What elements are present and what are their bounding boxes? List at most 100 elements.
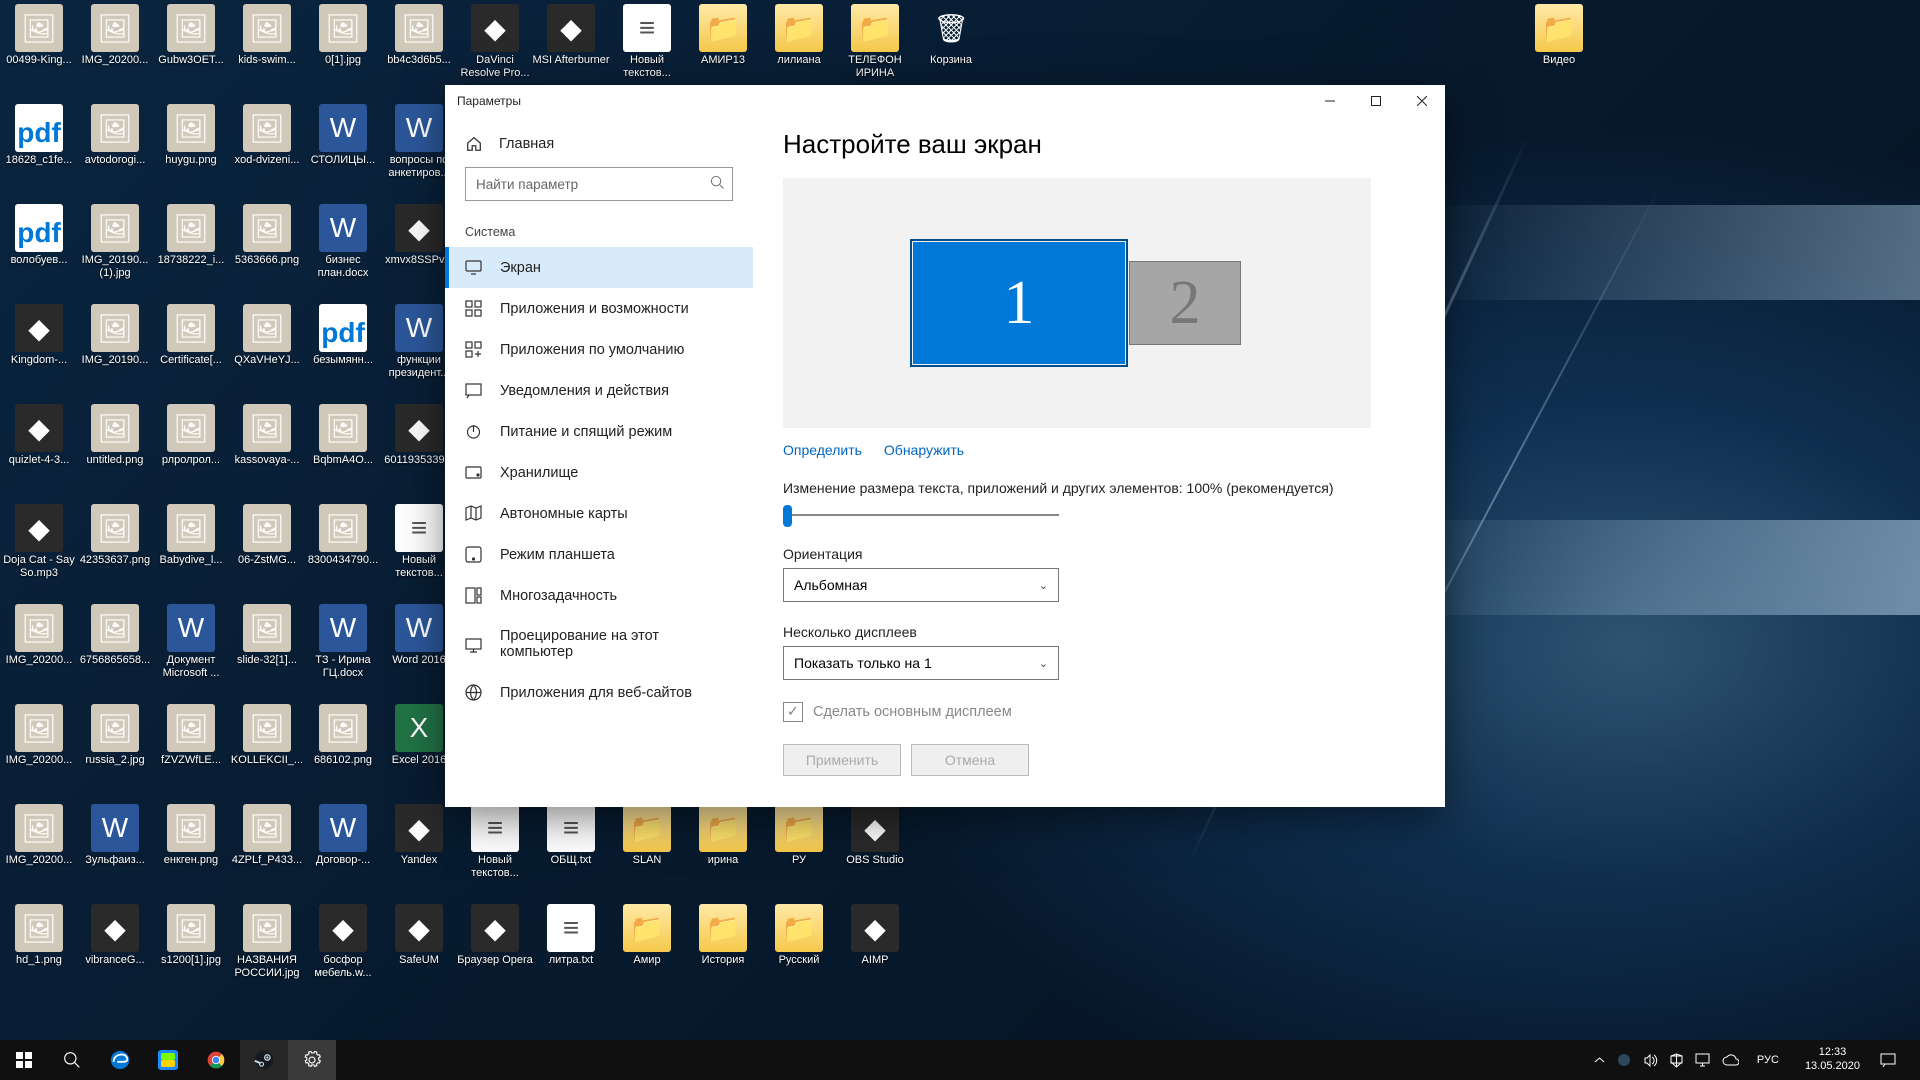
tray-security-icon[interactable] [1670, 1053, 1683, 1068]
tray-volume-icon[interactable] [1643, 1053, 1658, 1068]
desktop-icon[interactable]: 🖼Gubw3OET... [152, 4, 230, 67]
desktop-icon[interactable]: 🖼0[1].jpg [304, 4, 382, 67]
desktop-icon[interactable]: 🖼06-ZstMG... [228, 504, 306, 567]
desktop-icon[interactable]: 🗑Корзина [912, 4, 990, 67]
multi-display-combo[interactable]: Показать только на 1 ⌄ [783, 646, 1059, 680]
search-input[interactable] [465, 167, 733, 201]
close-button[interactable] [1399, 85, 1445, 117]
taskbar-chrome[interactable] [192, 1040, 240, 1080]
desktop-icon[interactable]: 🖼avtodorogi... [76, 104, 154, 167]
desktop-icon[interactable]: 📁Видео [1520, 4, 1598, 67]
desktop-icon[interactable]: 🖼НАЗВАНИЯ РОССИИ.jpg [228, 904, 306, 980]
desktop-icon[interactable]: 🖼hd_1.png [0, 904, 78, 967]
desktop-icon[interactable]: ◆Kingdom-... [0, 304, 78, 367]
settings-main[interactable]: Настройте ваш экран 1 2 Определить Обнар… [753, 117, 1445, 807]
desktop-icon[interactable]: ◆MSI Afterburner [532, 4, 610, 67]
taskbar-bluestacks[interactable] [144, 1040, 192, 1080]
desktop-icon[interactable]: 🖼russia_2.jpg [76, 704, 154, 767]
desktop-icon[interactable]: 🖼8300434790... [304, 504, 382, 567]
desktop-icon[interactable]: 📁ТЕЛЕФОН ИРИНА [836, 4, 914, 80]
desktop-icon[interactable]: ◆DaVinci Resolve Pro... [456, 4, 534, 80]
monitor-1[interactable]: 1 [913, 242, 1125, 364]
window-titlebar[interactable]: Параметры [445, 85, 1445, 117]
desktop-icon[interactable]: ◆босфор мебель.w... [304, 904, 382, 980]
desktop-icon[interactable]: 🖼686102.png [304, 704, 382, 767]
desktop-icon[interactable]: ◆SafeUM [380, 904, 458, 967]
desktop-icon[interactable]: 📁лилиана [760, 4, 838, 67]
desktop-icon[interactable]: 🖼kids-swim... [228, 4, 306, 67]
desktop-icon[interactable]: 📁SLAN [608, 804, 686, 867]
tray-network-icon[interactable] [1695, 1053, 1710, 1067]
desktop-icon[interactable]: 🖼IMG_20200... [0, 804, 78, 867]
desktop-icon[interactable]: 🖼18738222_i... [152, 204, 230, 267]
desktop-icon[interactable]: ≡Новый текстов... [608, 4, 686, 80]
desktop-icon[interactable]: ◆Yandex [380, 804, 458, 867]
desktop-icon[interactable]: pdf18628_c1fe... [0, 104, 78, 167]
taskbar-edge[interactable] [96, 1040, 144, 1080]
desktop-icon[interactable]: 🖼s1200[1].jpg [152, 904, 230, 967]
desktop-icon[interactable]: ≡литра.txt [532, 904, 610, 967]
desktop-icon[interactable]: 🖼KOLLEKCII_... [228, 704, 306, 767]
desktop-icon[interactable]: 🖼BqbmA4O... [304, 404, 382, 467]
taskbar-steam[interactable] [240, 1040, 288, 1080]
desktop-icon[interactable]: 🖼bb4c3d6b5... [380, 4, 458, 67]
desktop-icon[interactable]: ◆Doja Cat - Say So.mp3 [0, 504, 78, 580]
desktop-icon[interactable]: 🖼QXaVHeYJ... [228, 304, 306, 367]
sidebar-item-tablet[interactable]: Режим планшета [445, 534, 753, 575]
desktop-icon[interactable]: pdfбезымянн... [304, 304, 382, 367]
maximize-button[interactable] [1353, 85, 1399, 117]
desktop-icon[interactable]: ≡ОБЩ.txt [532, 804, 610, 867]
desktop-icon[interactable]: 🖼IMG_20200... [76, 4, 154, 67]
desktop-icon[interactable]: 📁Амир [608, 904, 686, 967]
link-identify[interactable]: Определить [783, 442, 862, 458]
desktop-icon[interactable]: 🖼енкген.png [152, 804, 230, 867]
desktop-icon[interactable]: 📁АМИР13 [684, 4, 762, 67]
sidebar-item-power[interactable]: Питание и спящий режим [445, 411, 753, 452]
desktop-icon[interactable]: Wбизнес план.docx [304, 204, 382, 280]
desktop-icon[interactable]: WДокумент Microsoft ... [152, 604, 230, 680]
desktop-icon[interactable]: WДоговор-... [304, 804, 382, 867]
desktop-icon[interactable]: ◆Браузер Opera [456, 904, 534, 967]
desktop-icon[interactable]: 🖼4ZPLf_P433... [228, 804, 306, 867]
desktop-icon[interactable]: ≡Новый текстов... [456, 804, 534, 880]
taskbar-search[interactable] [48, 1040, 96, 1080]
desktop-icon[interactable]: WТЗ - Ирина ГЦ.docx [304, 604, 382, 680]
desktop-icon[interactable]: ◆quizlet-4-3... [0, 404, 78, 467]
tray-steam-icon[interactable] [1617, 1053, 1631, 1067]
desktop-icon[interactable]: 🖼Certificate[... [152, 304, 230, 367]
desktop-icon[interactable]: WСТОЛИЦЫ... [304, 104, 382, 167]
link-detect[interactable]: Обнаружить [884, 442, 964, 458]
desktop-icon[interactable]: 🖼slide-32[1]... [228, 604, 306, 667]
desktop-icon[interactable]: 📁РУ [760, 804, 838, 867]
orientation-combo[interactable]: Альбомная ⌄ [783, 568, 1059, 602]
desktop-icon[interactable]: 📁ирина [684, 804, 762, 867]
desktop-icon[interactable]: 🖼IMG_20200... [0, 704, 78, 767]
sidebar-item-project[interactable]: Проецирование на этот компьютер [445, 616, 753, 672]
tray-onedrive-icon[interactable] [1722, 1054, 1739, 1066]
tray-clock[interactable]: 12:33 13.05.2020 [1797, 1046, 1868, 1074]
desktop-icon[interactable]: 🖼6756865658... [76, 604, 154, 667]
desktop-icon[interactable]: ◆vibranceG... [76, 904, 154, 967]
desktop-icon[interactable]: 🖼IMG_20190... [76, 304, 154, 367]
sidebar-item-multit[interactable]: Многозадачность [445, 575, 753, 616]
desktop-icon[interactable]: 🖼42353637.png [76, 504, 154, 567]
slider-thumb[interactable] [783, 505, 792, 527]
desktop-icon[interactable]: 🖼рлролрол... [152, 404, 230, 467]
sidebar-item-home[interactable]: Главная [465, 125, 733, 167]
sidebar-item-default[interactable]: Приложения по умолчанию [445, 329, 753, 370]
desktop-icon[interactable]: 🖼00499-King... [0, 4, 78, 67]
minimize-button[interactable] [1307, 85, 1353, 117]
desktop-icon[interactable]: pdfволобуев... [0, 204, 78, 267]
desktop-icon[interactable]: 📁История [684, 904, 762, 967]
monitor-preview[interactable]: 1 2 [783, 178, 1371, 428]
scale-slider[interactable] [783, 502, 1059, 528]
desktop-icon[interactable]: 📁Русский [760, 904, 838, 967]
start-button[interactable] [0, 1040, 48, 1080]
desktop-icon[interactable]: 🖼huygu.png [152, 104, 230, 167]
sidebar-item-apps[interactable]: Приложения и возможности [445, 288, 753, 329]
tray-language[interactable]: РУС [1751, 1054, 1785, 1066]
desktop-icon[interactable]: 🖼untitled.png [76, 404, 154, 467]
taskbar-settings[interactable] [288, 1040, 336, 1080]
tray-action-center-icon[interactable] [1880, 1052, 1896, 1068]
sidebar-item-storage[interactable]: Хранилище [445, 452, 753, 493]
